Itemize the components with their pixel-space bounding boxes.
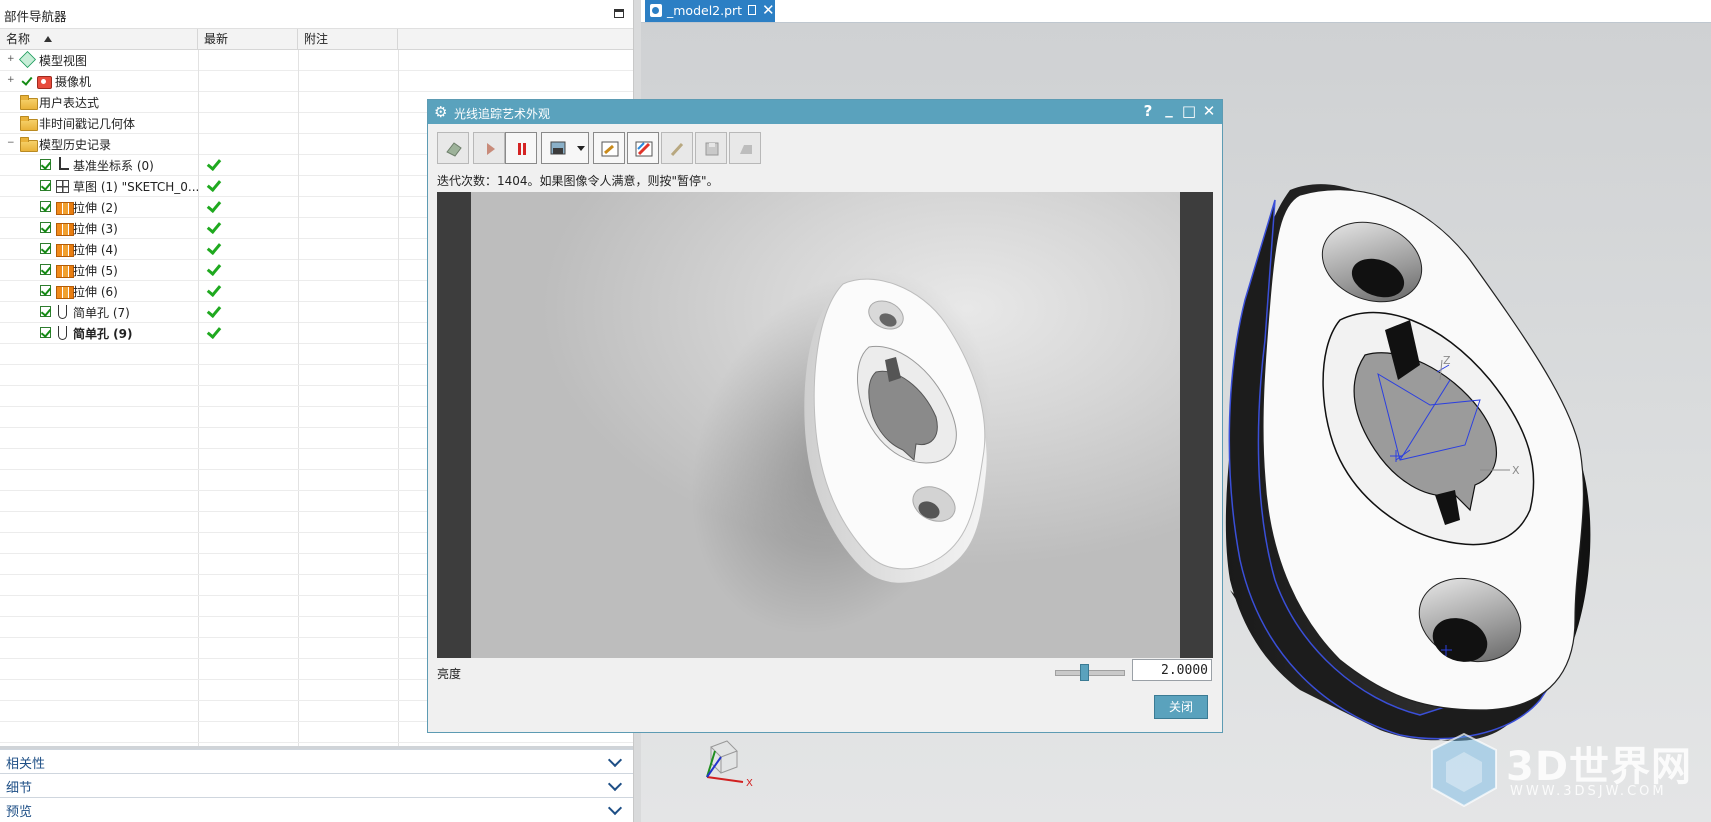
navigator-panels: 相关性 细节 预览 bbox=[0, 749, 633, 821]
save-image-button[interactable] bbox=[695, 132, 727, 164]
chevron-down-icon bbox=[607, 800, 623, 816]
close-icon[interactable]: ✕ bbox=[762, 1, 775, 19]
display-mode-dropdown[interactable] bbox=[541, 132, 589, 164]
export-icon bbox=[740, 145, 752, 154]
panel-title: 预览 bbox=[6, 805, 33, 820]
column-notes[interactable]: 附注 bbox=[298, 29, 398, 49]
column-latest[interactable]: 最新 bbox=[198, 29, 298, 49]
csys-z-label: Z bbox=[1443, 354, 1451, 367]
chevron-down-icon bbox=[577, 146, 585, 151]
materials-button[interactable] bbox=[627, 132, 659, 164]
rendered-image bbox=[471, 192, 1180, 658]
pause-button[interactable] bbox=[505, 132, 537, 164]
brightness-slider[interactable] bbox=[1055, 664, 1125, 681]
scene-settings-button[interactable] bbox=[593, 132, 625, 164]
column-header: 名称 最新 附注 bbox=[0, 29, 633, 50]
save-icon bbox=[705, 142, 719, 156]
navigator-title: 部件导航器 bbox=[4, 9, 67, 24]
maximize-icon[interactable]: □ bbox=[1181, 102, 1197, 120]
edit-icon bbox=[670, 142, 684, 157]
monitor-icon bbox=[550, 141, 566, 155]
tab-model2-prt[interactable]: _model2.prt ✕ bbox=[645, 0, 775, 22]
play-icon bbox=[487, 143, 495, 155]
ray-traced-art-appearance-dialog: ⚙ 光线追踪艺术外观 ? _ □ ✕ 迭代次数：1404。如果图像令人满意，则按… bbox=[427, 99, 1223, 733]
export-button[interactable] bbox=[729, 132, 761, 164]
chevron-down-icon bbox=[607, 752, 623, 768]
panel-dependencies[interactable]: 相关性 bbox=[0, 749, 633, 773]
settings-wrench-icon bbox=[601, 141, 619, 157]
continue-button[interactable] bbox=[473, 132, 505, 164]
start-render-button[interactable] bbox=[437, 132, 469, 164]
watermark-cube-icon bbox=[1431, 732, 1497, 808]
slider-thumb[interactable] bbox=[1079, 664, 1089, 681]
chevron-down-icon bbox=[607, 776, 623, 792]
rendered-part-image bbox=[690, 269, 992, 635]
render-toolbar bbox=[437, 132, 1167, 166]
document-status-icon bbox=[748, 5, 756, 15]
part-file-icon bbox=[650, 4, 662, 17]
pause-icon bbox=[518, 143, 526, 155]
navigator-title-bar: 部件导航器 bbox=[0, 0, 633, 29]
iteration-status: 迭代次数：1404。如果图像令人满意，则按"暂停"。 bbox=[437, 174, 719, 188]
edit-button[interactable] bbox=[661, 132, 693, 164]
view-triad: X bbox=[706, 740, 753, 789]
render-scene-icon bbox=[446, 142, 462, 157]
panel-title: 相关性 bbox=[6, 757, 46, 772]
render-preview bbox=[437, 192, 1213, 658]
csys-x-label: X bbox=[1512, 464, 1520, 477]
watermark-url: WWW.3DSJW.COM bbox=[1510, 784, 1667, 799]
axis-x-label: X bbox=[746, 778, 753, 789]
dialog-title-bar[interactable]: ⚙ 光线追踪艺术外观 ? _ □ ✕ bbox=[428, 100, 1222, 124]
column-name[interactable]: 名称 bbox=[0, 29, 198, 49]
sort-ascending-icon bbox=[44, 36, 53, 42]
help-icon[interactable]: ? bbox=[1140, 102, 1156, 120]
dialog-title: 光线追踪艺术外观 bbox=[454, 107, 551, 121]
tab-label: _model2.prt bbox=[667, 3, 743, 18]
gear-icon: ⚙ bbox=[434, 103, 448, 121]
maximize-icon[interactable] bbox=[614, 9, 624, 18]
close-button[interactable]: 关闭 bbox=[1154, 695, 1208, 719]
brightness-input[interactable]: 2.0000 bbox=[1132, 659, 1212, 681]
panel-details[interactable]: 细节 bbox=[0, 773, 633, 797]
material-palette-icon bbox=[635, 141, 653, 157]
panel-preview[interactable]: 预览 bbox=[0, 797, 633, 821]
column-name-label: 名称 bbox=[6, 32, 31, 46]
minimize-icon[interactable]: _ bbox=[1161, 100, 1177, 118]
close-icon[interactable]: ✕ bbox=[1201, 102, 1217, 120]
panel-title: 细节 bbox=[6, 781, 33, 796]
brightness-label: 亮度 bbox=[437, 667, 462, 681]
document-tab-bar: _model2.prt ✕ bbox=[641, 0, 1711, 23]
watermark: 3D世界网 WWW.3DSJW.COM bbox=[1428, 730, 1698, 810]
